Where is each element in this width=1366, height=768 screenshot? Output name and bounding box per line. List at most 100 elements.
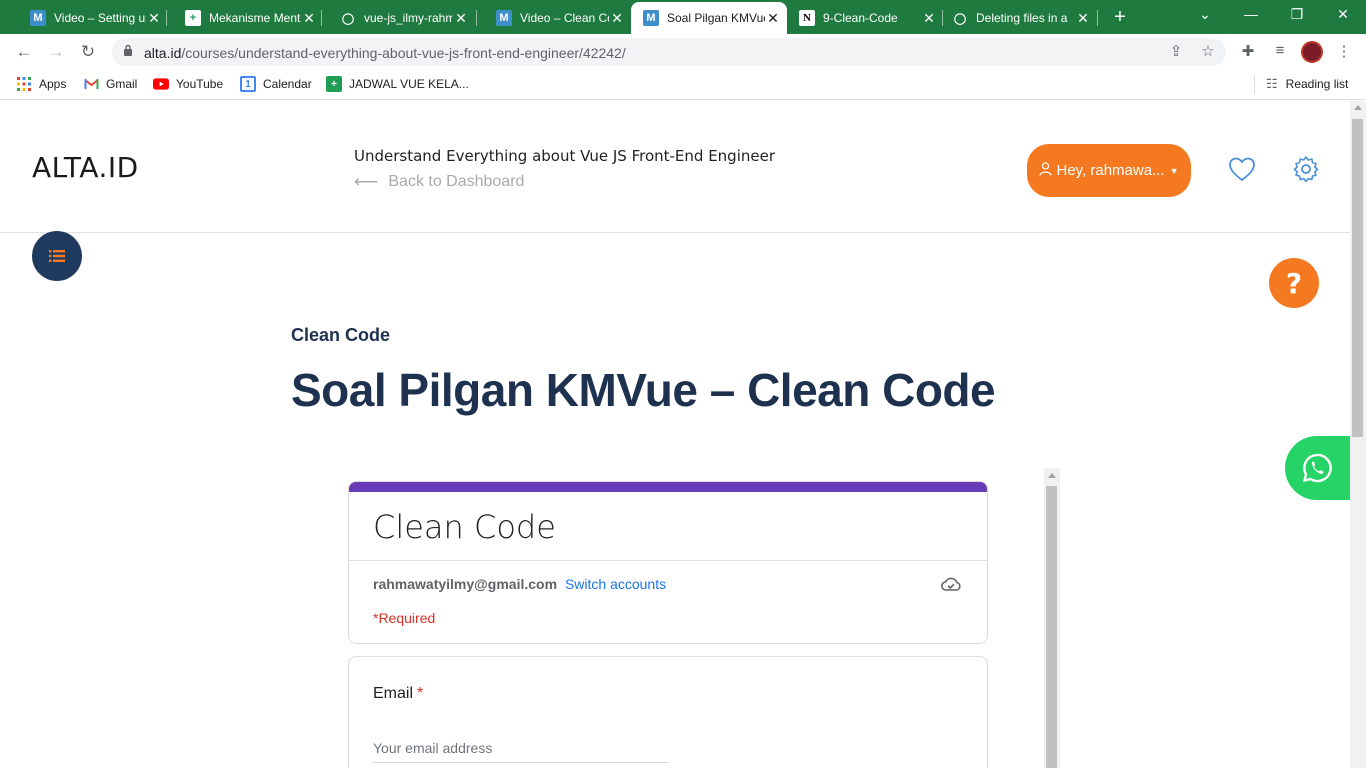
mekari-icon: M xyxy=(30,10,46,26)
bookmark-label: Calendar xyxy=(263,77,312,91)
close-icon[interactable]: ✕ xyxy=(453,10,469,27)
bookmark-jadwal[interactable]: + JADWAL VUE KELA... xyxy=(326,76,469,92)
whatsapp-button[interactable] xyxy=(1285,436,1350,500)
forward-icon[interactable]: → xyxy=(45,41,67,63)
close-icon[interactable]: ✕ xyxy=(609,10,625,27)
tab-video-setting[interactable]: M Video – Setting up ✕ xyxy=(8,4,168,32)
scrollbar-thumb[interactable] xyxy=(1046,486,1057,768)
back-to-dashboard-link[interactable]: ⟵ Back to Dashboard xyxy=(354,172,524,192)
close-icon[interactable]: ✕ xyxy=(146,10,162,27)
site-logo[interactable]: ALTA.ID xyxy=(32,151,139,184)
close-icon[interactable]: ✕ xyxy=(921,10,937,27)
tab-mekanisme[interactable]: + Mekanisme Mentoring ✕ xyxy=(163,4,323,32)
bookmark-label: Gmail xyxy=(106,77,138,91)
tab-9-clean-code[interactable]: N 9-Clean-Code ✕ xyxy=(787,4,943,32)
help-button[interactable]: ? xyxy=(1269,258,1319,308)
page-scrollbar[interactable] xyxy=(1350,101,1366,768)
reading-list[interactable]: ☷ Reading list xyxy=(1254,76,1349,94)
question-label: Email * xyxy=(373,685,423,703)
new-tab-icon[interactable]: + xyxy=(1110,6,1130,29)
account-email: rahmawatyilmy@gmail.com xyxy=(373,576,558,592)
account-info: rahmawatyilmy@gmail.com Switch accounts xyxy=(373,576,666,592)
bookmark-label: JADWAL VUE KELA... xyxy=(349,77,469,91)
lesson-title: Soal Pilgan KMVue – Clean Code xyxy=(291,364,996,416)
lock-icon xyxy=(124,44,132,56)
tab-title: Deleting files in a xyxy=(976,11,1068,25)
tab-title: Soal Pilgan KMVue xyxy=(667,11,765,25)
maximize-icon[interactable]: ❐ xyxy=(1286,6,1308,23)
gear-icon[interactable] xyxy=(1292,155,1320,183)
user-menu-button[interactable]: Hey, rahmawa... ▼ xyxy=(1027,144,1191,197)
github-icon: ◯ xyxy=(953,12,967,25)
tab-vue-js-repo[interactable]: ◯ vue-js_ilmy-rahmawaty ✕ xyxy=(318,4,475,32)
heart-icon[interactable] xyxy=(1228,156,1256,182)
user-icon xyxy=(1039,161,1053,180)
cloud-save-icon xyxy=(941,577,961,591)
list-icon xyxy=(49,250,65,262)
tab-search-icon[interactable]: ⌄ xyxy=(1194,6,1216,23)
tab-title: vue-js_ilmy-rahmawaty xyxy=(364,11,453,25)
bookmark-gmail[interactable]: Gmail xyxy=(83,76,137,92)
address-bar[interactable]: alta.id/courses/understand-everything-ab… xyxy=(112,38,1226,66)
email-field[interactable] xyxy=(373,733,669,763)
media-control-icon[interactable]: ≡ xyxy=(1270,42,1290,59)
reload-icon[interactable]: ↻ xyxy=(77,41,99,63)
sheets-icon: + xyxy=(326,76,342,92)
github-icon: ◯ xyxy=(341,12,355,25)
bookmark-label: Apps xyxy=(39,77,67,91)
tab-video-clean-code[interactable]: M Video – Clean Code ✕ xyxy=(474,4,631,32)
window-close-icon[interactable]: ✕ xyxy=(1332,6,1354,23)
lesson-list-button[interactable] xyxy=(32,231,82,281)
bookmark-star-icon[interactable]: ☆ xyxy=(1198,42,1218,60)
form-accent-bar xyxy=(349,482,987,492)
close-icon[interactable]: ✕ xyxy=(765,10,781,27)
profile-avatar[interactable] xyxy=(1301,41,1323,63)
close-icon[interactable]: ✕ xyxy=(1075,10,1091,27)
tab-title: Video – Setting up xyxy=(54,11,146,25)
tab-title: Mekanisme Mentoring xyxy=(209,11,301,25)
scroll-up-icon[interactable] xyxy=(1354,105,1362,110)
scroll-up-icon[interactable] xyxy=(1048,473,1056,478)
browser-tab-strip: M Video – Setting up ✕ + Mekanisme Mento… xyxy=(0,0,1366,34)
mekari-icon: M xyxy=(496,10,512,26)
minimize-icon[interactable]: — xyxy=(1240,6,1262,22)
bookmark-calendar[interactable]: 1 Calendar xyxy=(240,76,312,92)
bookmarks-bar: Apps Gmail YouTube 1 Calendar + JADWAL V… xyxy=(0,70,1366,100)
calendar-icon: 1 xyxy=(240,76,256,92)
more-menu-icon[interactable]: ⋮ xyxy=(1334,42,1354,60)
extensions-icon[interactable]: ✚ xyxy=(1238,42,1258,60)
required-note: *Required xyxy=(373,610,436,626)
tab-deleting-files[interactable]: ◯ Deleting files in a ✕ xyxy=(940,4,1097,32)
reading-list-icon: ☷ xyxy=(1266,76,1278,91)
close-icon[interactable]: ✕ xyxy=(301,10,317,27)
question-label-text: Email xyxy=(373,685,414,702)
scrollbar-thumb[interactable] xyxy=(1352,119,1363,437)
bookmark-apps[interactable]: Apps xyxy=(16,76,66,92)
section-label: Clean Code xyxy=(291,325,391,345)
browser-toolbar: ← → ↻ alta.id/courses/understand-everyth… xyxy=(0,34,1366,70)
tab-title: 9-Clean-Code xyxy=(823,11,898,25)
form-title: Clean Code xyxy=(373,508,556,546)
required-star: * xyxy=(417,685,424,702)
back-link-label: Back to Dashboard xyxy=(388,173,525,190)
tab-soal-pilgan[interactable]: M Soal Pilgan KMVue ✕ xyxy=(631,2,787,34)
divider xyxy=(349,560,987,561)
email-question-card: Email * xyxy=(348,656,988,768)
notion-icon: N xyxy=(799,10,815,26)
page-content: ALTA.ID Understand Everything about Vue … xyxy=(0,101,1350,768)
form-scrollbar[interactable] xyxy=(1044,468,1060,768)
url-text: alta.id/courses/understand-everything-ab… xyxy=(144,45,626,61)
bookmark-label: YouTube xyxy=(176,77,224,91)
mekari-icon: M xyxy=(643,10,659,26)
question-icon: ? xyxy=(1285,266,1303,300)
reading-list-label: Reading list xyxy=(1285,77,1349,91)
apps-grid-icon xyxy=(16,76,32,92)
switch-accounts-link[interactable]: Switch accounts xyxy=(565,576,666,592)
site-header: ALTA.ID Understand Everything about Vue … xyxy=(0,101,1350,233)
tab-title: Video – Clean Code xyxy=(520,11,609,25)
share-icon[interactable]: ⇪ xyxy=(1166,42,1186,60)
sheets-icon: + xyxy=(185,10,201,26)
bookmark-youtube[interactable]: YouTube xyxy=(153,76,223,92)
arrow-left-icon: ⟵ xyxy=(354,172,379,191)
back-icon[interactable]: ← xyxy=(13,41,35,63)
